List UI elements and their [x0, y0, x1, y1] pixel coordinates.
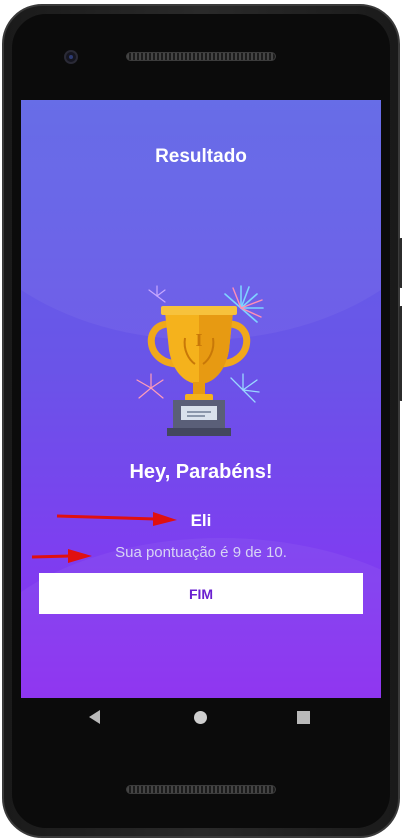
top-speaker-grille	[126, 52, 276, 61]
red-arrow-icon	[31, 549, 92, 563]
bottom-speaker-grille	[126, 785, 276, 794]
result-screen: Resultado I Hey, Parabéns! Eli Sua pontu…	[21, 100, 381, 698]
back-triangle-icon[interactable]	[89, 710, 100, 724]
home-circle-icon[interactable]	[194, 711, 207, 724]
front-camera-icon	[64, 50, 78, 64]
trophy-icon: I	[136, 285, 264, 436]
svg-text:I: I	[195, 330, 202, 350]
red-arrow-icon	[56, 512, 177, 526]
navigation-bar	[21, 698, 381, 738]
congrats-heading: Hey, Parabéns!	[129, 461, 273, 483]
finish-button[interactable]: FIM	[39, 573, 363, 614]
page-title: Resultado	[155, 146, 247, 167]
recent-square-icon[interactable]	[297, 711, 310, 724]
